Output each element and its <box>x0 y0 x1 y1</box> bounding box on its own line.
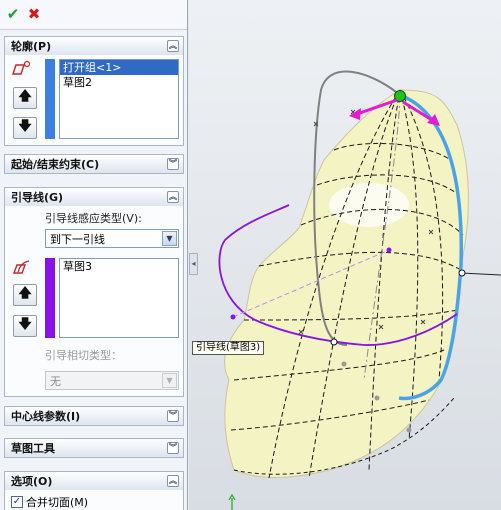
expand-icon[interactable]: ︾ <box>167 410 179 422</box>
guide-curve-callout[interactable]: 引导线(草图3) <box>192 341 265 355</box>
profile-list[interactable]: 打开组<1> 草图2 <box>59 59 179 139</box>
profile-icon <box>10 59 32 77</box>
move-up-button[interactable]: 🡅 <box>13 87 37 109</box>
influence-type-select[interactable]: 到下一引线 ▼ <box>45 229 179 248</box>
centerline-section-title: 中心线参数(I) <box>11 410 81 423</box>
start-end-section-title: 起始/结束约束(C) <box>11 158 100 171</box>
merge-faces-label: 合并切面(M) <box>26 496 89 509</box>
chevron-down-icon: ▼ <box>162 373 177 388</box>
profile-section: 轮廓(P) ︽ 打开组<1> 草图2 🡅 🡇 <box>4 36 184 146</box>
axis-line <box>460 272 501 276</box>
start-end-section: 起始/结束约束(C) ︾ <box>4 154 184 174</box>
chevron-left-icon: ◂ <box>191 259 196 268</box>
list-item[interactable]: 草图3 <box>60 259 178 274</box>
centerline-section-header[interactable]: 中心线参数(I) ︾ <box>5 407 183 425</box>
selection-color-stripe <box>45 258 55 338</box>
guide-curves-list[interactable]: 草图3 <box>59 258 179 338</box>
property-manager-toolbar: ✔ ✖ <box>0 0 187 30</box>
influence-type-label: 引导线感应类型(V): <box>45 212 142 225</box>
panel-collapse-handle[interactable]: ◂ <box>189 253 198 275</box>
loft-model[interactable] <box>189 0 501 510</box>
selection-color-stripe <box>45 59 55 139</box>
guide-curves-section-header[interactable]: 引导线(G) ︽ <box>5 188 183 206</box>
tangency-type-label: 引导相切类型： <box>45 349 122 362</box>
sketch-point <box>374 395 380 401</box>
start-end-section-header[interactable]: 起始/结束约束(C) ︾ <box>5 155 183 173</box>
triad-icon <box>228 493 236 510</box>
surface-body[interactable] <box>224 89 469 478</box>
guide-curves-section: 引导线(G) ︽ 引导线感应类型(V): 到下一引线 ▼ 草图3 🡅 🡇 引导相… <box>4 187 184 397</box>
tangency-type-select[interactable]: 无 ▼ <box>45 371 179 390</box>
sketch-point <box>341 361 347 367</box>
move-up-button[interactable]: 🡅 <box>13 284 37 306</box>
arrow-down-icon: 🡇 <box>18 119 32 134</box>
influence-type-value: 到下一引线 <box>50 232 105 246</box>
property-manager: ✔ ✖ 轮廓(P) ︽ 打开组<1> 草图2 🡅 🡇 起始/结束约束(C) ︾ … <box>0 0 188 510</box>
surface-highlight <box>329 183 409 227</box>
sketch-point <box>406 427 412 433</box>
list-item[interactable]: 草图2 <box>60 75 178 90</box>
arrow-up-icon: 🡅 <box>18 286 32 301</box>
checkbox-check-icon[interactable]: ✓ <box>11 496 23 508</box>
collapse-icon[interactable]: ︽ <box>167 475 179 487</box>
options-section: 选项(O) ︽ ✓ 合并切面(M) <box>4 471 184 510</box>
move-down-button[interactable]: 🡇 <box>13 315 37 337</box>
move-down-button[interactable]: 🡇 <box>13 117 37 139</box>
arrow-down-icon: 🡇 <box>18 317 32 332</box>
expand-icon[interactable]: ︾ <box>167 158 179 170</box>
sketch-tools-section-header[interactable]: 草图工具 ︾ <box>5 439 183 457</box>
guide-handle-point[interactable] <box>230 314 236 320</box>
tangency-type-value: 无 <box>50 374 61 388</box>
chevron-down-icon[interactable]: ▼ <box>162 231 177 246</box>
centerline-section: 中心线参数(I) ︾ <box>4 406 184 426</box>
guide-handle-point[interactable] <box>386 247 392 253</box>
options-section-title: 选项(O) <box>11 475 53 488</box>
collapse-icon[interactable]: ︽ <box>167 191 179 203</box>
expand-icon[interactable]: ︾ <box>167 442 179 454</box>
collapse-icon[interactable]: ︽ <box>167 40 179 52</box>
end-point[interactable] <box>330 338 338 346</box>
merge-faces-checkbox[interactable]: ✓ 合并切面(M) <box>11 494 88 510</box>
list-item[interactable]: 打开组<1> <box>60 60 178 75</box>
profile-section-title: 轮廓(P) <box>11 40 52 53</box>
arrow-up-icon: 🡅 <box>18 89 32 104</box>
sketch-tools-section-title: 草图工具 <box>11 442 55 455</box>
end-point[interactable] <box>458 269 466 277</box>
options-section-header[interactable]: 选项(O) ︽ <box>5 472 183 490</box>
guide-curve-icon <box>11 258 33 276</box>
guide-curves-section-title: 引导线(G) <box>11 191 64 204</box>
sketch-tools-section: 草图工具 ︾ <box>4 438 184 458</box>
cancel-button[interactable]: ✖ <box>26 7 42 23</box>
ok-button[interactable]: ✔ <box>5 7 21 23</box>
profile-section-header[interactable]: 轮廓(P) ︽ <box>5 37 183 55</box>
graphics-viewport[interactable] <box>189 0 501 510</box>
